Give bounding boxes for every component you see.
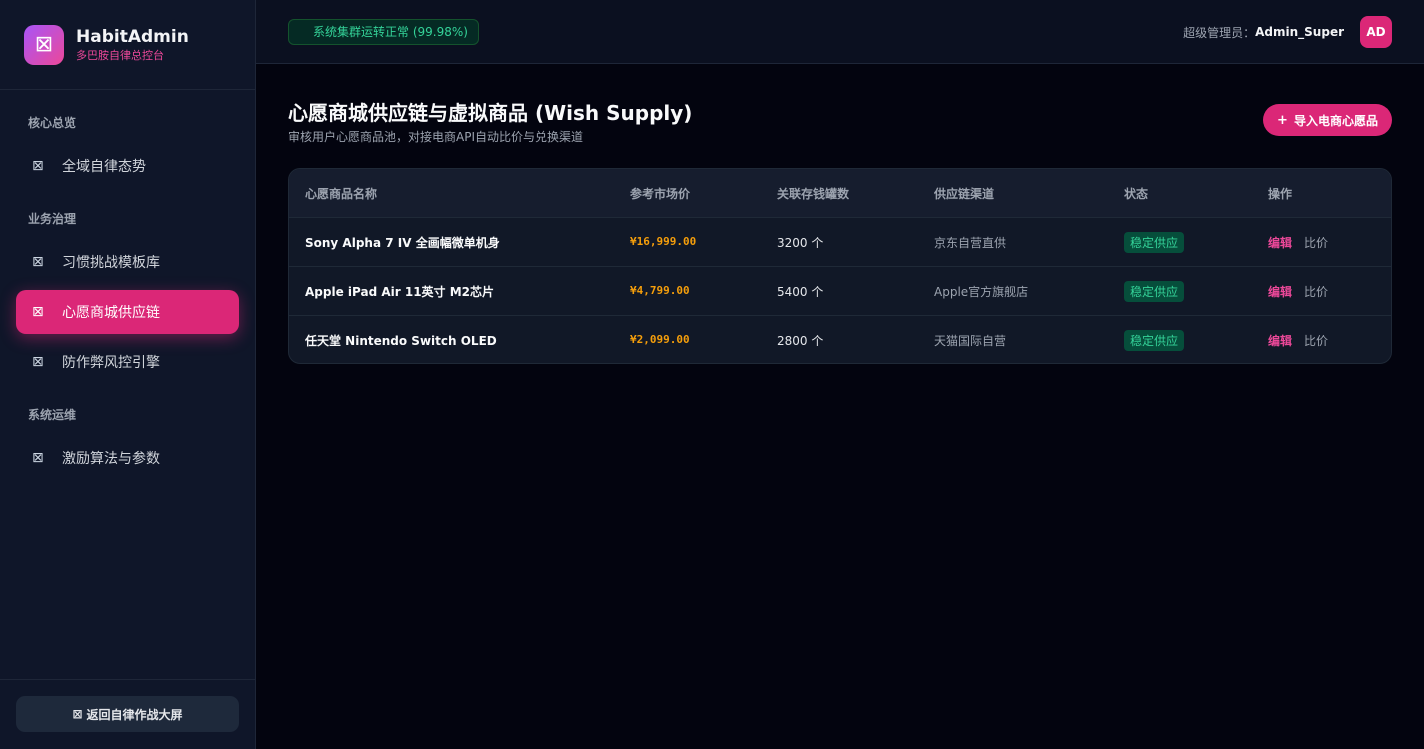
piggy-bank-count: 3200 个 (777, 236, 824, 250)
product-price: ¥2,099.00 (630, 333, 690, 346)
sidebar-item-label: 防作弊风控引擎 (62, 355, 160, 371)
supply-channel: 天猫国际自营 (934, 334, 1007, 348)
piggy-bank-count: 2800 个 (777, 334, 824, 348)
wish-supply-table: 心愿商品名称 参考市场价 关联存钱罐数 供应链渠道 状态 操作 Sony Alp… (288, 168, 1392, 364)
placeholder-icon: ⊠ (32, 254, 44, 270)
sidebar-footer: ⊠ 返回自律作战大屏 (0, 679, 255, 749)
brand: ⊠ HabitAdmin 多巴胺自律总控台 (0, 0, 255, 90)
col-header-status: 状态 (1124, 187, 1149, 201)
topbar: 系统集群运转正常 (99.98%) 超级管理员： Admin_Super AD (256, 0, 1424, 64)
admin-area: 超级管理员： Admin_Super AD (1183, 16, 1392, 48)
edit-link[interactable]: 编辑 (1268, 236, 1292, 250)
placeholder-icon: ⊠ (32, 158, 44, 174)
compare-price-link[interactable]: 比价 (1304, 334, 1328, 348)
sidebar-item-label: 全域自律态势 (62, 159, 146, 175)
brand-name: HabitAdmin (76, 26, 189, 47)
nav-section-overview: 核心总览 (28, 116, 77, 130)
product-price: ¥4,799.00 (630, 284, 690, 297)
product-name: 任天堂 Nintendo Switch OLED (305, 334, 497, 348)
import-wish-product-button[interactable]: + 导入电商心愿品 (1263, 104, 1392, 136)
product-name: Apple iPad Air 11英寸 M2芯片 (305, 285, 495, 299)
status-badge: 稳定供应 (1124, 281, 1185, 302)
table-row: Sony Alpha 7 IV 全画幅微单机身 ¥16,999.00 3200 … (289, 217, 1391, 266)
compare-price-link[interactable]: 比价 (1304, 236, 1328, 250)
back-to-dashboard-button[interactable]: ⊠ 返回自律作战大屏 (16, 696, 239, 732)
plus-icon: + (1277, 112, 1288, 128)
sidebar-item-wish-supply[interactable]: ⊠ 心愿商城供应链 (16, 290, 239, 334)
col-header-actions: 操作 (1268, 187, 1293, 201)
col-header-channel: 供应链渠道 (934, 187, 995, 201)
back-button-label: 返回自律作战大屏 (86, 707, 183, 722)
piggy-bank-count: 5400 个 (777, 285, 824, 299)
admin-name: Admin_Super (1255, 25, 1344, 39)
nav-section-ops: 系统运维 (28, 408, 77, 422)
placeholder-icon: ⊠ (32, 354, 44, 370)
sidebar-item-overview[interactable]: ⊠ 全域自律态势 (16, 144, 239, 188)
col-header-count: 关联存钱罐数 (777, 187, 850, 201)
product-name: Sony Alpha 7 IV 全画幅微单机身 (305, 236, 500, 250)
status-badge: 稳定供应 (1124, 232, 1185, 253)
placeholder-icon: ⊠ (32, 450, 44, 466)
table-header: 心愿商品名称 参考市场价 关联存钱罐数 供应链渠道 状态 操作 (289, 169, 1391, 217)
admin-role-label: 超级管理员： (1183, 25, 1256, 40)
import-button-label: 导入电商心愿品 (1293, 113, 1378, 128)
page-title: 心愿商城供应链与虚拟商品 (Wish Supply) (288, 101, 693, 125)
table-row: Apple iPad Air 11英寸 M2芯片 ¥4,799.00 5400 … (289, 266, 1391, 315)
sidebar-item-anti-cheat[interactable]: ⊠ 防作弊风控引擎 (16, 340, 239, 384)
sidebar-item-label: 激励算法与参数 (62, 451, 160, 467)
sidebar-item-label: 心愿商城供应链 (62, 305, 160, 321)
compare-price-link[interactable]: 比价 (1304, 285, 1328, 299)
table-row: 任天堂 Nintendo Switch OLED ¥2,099.00 2800 … (289, 315, 1391, 363)
sidebar-item-label: 习惯挑战模板库 (62, 255, 160, 271)
product-price: ¥16,999.00 (630, 235, 697, 248)
supply-channel: Apple官方旗舰店 (934, 285, 1029, 299)
edit-link[interactable]: 编辑 (1268, 334, 1292, 348)
supply-channel: 京东自营直供 (934, 236, 1007, 250)
brand-logo-icon: ⊠ (24, 24, 64, 65)
placeholder-icon: ⊠ (72, 707, 83, 721)
brand-subtitle: 多巴胺自律总控台 (76, 48, 164, 62)
sidebar-item-habit-templates[interactable]: ⊠ 习惯挑战模板库 (16, 240, 239, 284)
edit-link[interactable]: 编辑 (1268, 285, 1292, 299)
nav-section-business: 业务治理 (28, 212, 77, 226)
col-header-price: 参考市场价 (630, 187, 691, 201)
placeholder-icon: ⊠ (32, 304, 44, 320)
sidebar-item-incentive[interactable]: ⊠ 激励算法与参数 (16, 436, 239, 480)
page-subtitle: 审核用户心愿商品池，对接电商API自动比价与兑换渠道 (288, 130, 583, 144)
col-header-name: 心愿商品名称 (305, 187, 378, 201)
avatar[interactable]: AD (1360, 16, 1392, 48)
status-badge: 稳定供应 (1124, 330, 1185, 351)
sidebar: ⊠ HabitAdmin 多巴胺自律总控台 核心总览 ⊠ 全域自律态势 业务治理… (0, 0, 256, 749)
system-status-badge: 系统集群运转正常 (99.98%) (288, 19, 479, 45)
